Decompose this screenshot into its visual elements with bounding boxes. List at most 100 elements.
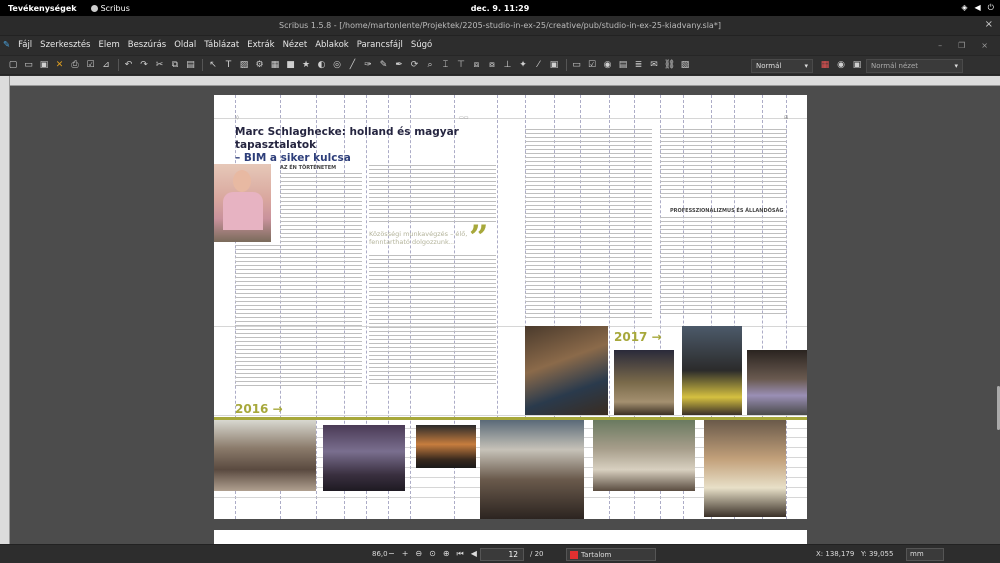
- pdf-link-annot-icon[interactable]: ⛓: [663, 60, 677, 70]
- year-label-2016[interactable]: 2016 →: [235, 402, 283, 416]
- document-canvas[interactable]: ⟩⟩ ▭▭ ⊞ Marc Schlaghecke: holland és mag…: [10, 86, 1000, 544]
- restore-doc-icon[interactable]: ❐: [954, 41, 969, 50]
- menu-edit[interactable]: Szerkesztés: [36, 40, 94, 50]
- body-text-frame[interactable]: [280, 173, 362, 243]
- measure-icon[interactable]: ⊥: [501, 60, 515, 70]
- bezier-icon[interactable]: ✑: [361, 60, 375, 70]
- zoom-plus-icon[interactable]: ⊕: [443, 549, 450, 559]
- close-doc-icon[interactable]: ×: [977, 41, 992, 50]
- print-icon[interactable]: ⎙: [68, 60, 82, 70]
- next-page-edge[interactable]: [214, 530, 807, 544]
- preview-mode-icon[interactable]: ◉: [834, 60, 848, 70]
- text-frame-icon[interactable]: T: [222, 60, 236, 70]
- pdf-checkbox-icon[interactable]: ☑: [585, 60, 599, 70]
- pdf-list-icon[interactable]: ≣: [632, 60, 646, 70]
- edit-text-icon[interactable]: ⊤: [454, 60, 468, 70]
- event-photo[interactable]: [593, 420, 695, 491]
- first-page-icon[interactable]: ⏮: [457, 549, 464, 559]
- close-window-button[interactable]: ×: [985, 19, 993, 30]
- volume-icon[interactable]: ◀: [975, 3, 981, 13]
- polygon-icon[interactable]: ★: [299, 60, 313, 70]
- new-document-icon[interactable]: ▢: [6, 60, 20, 70]
- body-text-frame[interactable]: [525, 129, 652, 319]
- menu-view[interactable]: Nézet: [279, 40, 312, 50]
- edit-mode-icon[interactable]: ▣: [850, 60, 864, 70]
- visual-view-combo[interactable]: Normál nézet ▾: [866, 59, 963, 73]
- horizontal-ruler[interactable]: [10, 76, 1000, 86]
- close-icon[interactable]: ✕: [53, 60, 67, 70]
- link-frames-icon[interactable]: ⧈: [470, 60, 484, 70]
- menu-insert[interactable]: Beszúrás: [124, 40, 170, 50]
- pdf-text-annot-icon[interactable]: ✉: [647, 60, 661, 70]
- event-photo[interactable]: [323, 425, 405, 491]
- preflight-icon[interactable]: ☑: [84, 60, 98, 70]
- zoom-in-icon[interactable]: +: [402, 549, 409, 559]
- eyedropper-icon[interactable]: ⁄: [532, 60, 546, 70]
- event-photo[interactable]: [747, 350, 807, 415]
- open-icon[interactable]: ▭: [22, 60, 36, 70]
- system-tray[interactable]: ◈ ◀ ⏻: [961, 3, 994, 13]
- rotate-icon[interactable]: ⟳: [408, 60, 422, 70]
- zoom-out-icon[interactable]: −: [388, 549, 395, 559]
- event-photo[interactable]: [682, 326, 742, 415]
- body-text-frame[interactable]: [660, 217, 787, 317]
- pdf-combo-icon[interactable]: ▤: [616, 60, 630, 70]
- zoom-actual-icon[interactable]: ⊙: [429, 549, 436, 559]
- year-label-2017[interactable]: 2017 →: [614, 330, 662, 344]
- menu-item[interactable]: Elem: [94, 40, 123, 50]
- edit-content-icon[interactable]: ⌶: [439, 60, 453, 70]
- color-view-icon[interactable]: ▦: [818, 60, 832, 70]
- event-photo[interactable]: [525, 326, 608, 415]
- redo-icon[interactable]: ↷: [137, 60, 151, 70]
- render-frame-icon[interactable]: ⚙: [253, 60, 267, 70]
- event-photo[interactable]: [704, 420, 786, 517]
- zoom-value[interactable]: 86,0: [372, 550, 388, 558]
- event-photo[interactable]: [614, 350, 674, 415]
- portrait-photo[interactable]: [214, 164, 271, 242]
- body-text-frame[interactable]: [660, 129, 787, 201]
- pdf-more-icon[interactable]: ▧: [678, 60, 692, 70]
- table-icon[interactable]: ▦: [268, 60, 282, 70]
- pdf-text-field-icon[interactable]: ▭: [570, 60, 584, 70]
- image-frame-icon[interactable]: ▨: [237, 60, 251, 70]
- menu-windows[interactable]: Ablakok: [311, 40, 353, 50]
- menu-file[interactable]: Fájl: [14, 40, 36, 50]
- save-icon[interactable]: ▣: [37, 60, 51, 70]
- copy-properties-icon[interactable]: ✦: [516, 60, 530, 70]
- layer-selector[interactable]: Tartalom: [566, 548, 656, 561]
- network-icon[interactable]: ◈: [961, 3, 967, 13]
- cut-icon[interactable]: ✂: [153, 60, 167, 70]
- paste-icon[interactable]: ▤: [184, 60, 198, 70]
- copy-icon[interactable]: ⧉: [168, 60, 182, 70]
- menu-help[interactable]: Súgó: [407, 40, 436, 50]
- body-text-frame[interactable]: [369, 165, 496, 223]
- select-tool-icon[interactable]: ↖: [206, 60, 220, 70]
- calligraphic-icon[interactable]: ✒: [392, 60, 406, 70]
- unlink-frames-icon[interactable]: ⧇: [485, 60, 499, 70]
- document-page[interactable]: ⟩⟩ ▭▭ ⊞ Marc Schlaghecke: holland és mag…: [214, 95, 807, 519]
- body-text-frame[interactable]: [369, 255, 496, 387]
- undo-icon[interactable]: ↶: [122, 60, 136, 70]
- zoom-icon[interactable]: ⌕: [423, 60, 437, 70]
- shape-icon[interactable]: ■: [284, 60, 298, 70]
- menu-table[interactable]: Táblázat: [200, 40, 243, 50]
- clock[interactable]: dec. 9. 11:29: [0, 4, 1000, 13]
- pdf-radio-icon[interactable]: ◉: [601, 60, 615, 70]
- menu-extras[interactable]: Extrák: [243, 40, 278, 50]
- body-text-frame[interactable]: [235, 245, 362, 387]
- zoom-minus-icon[interactable]: ⊖: [415, 549, 422, 559]
- previous-page-icon[interactable]: ◀: [471, 549, 477, 559]
- unit-selector[interactable]: mm: [906, 548, 944, 561]
- menu-script[interactable]: Parancsfájl: [353, 40, 407, 50]
- event-photo[interactable]: [416, 425, 476, 468]
- article-headline[interactable]: Marc Schlaghecke: holland és magyar tapa…: [235, 126, 505, 165]
- spiral-icon[interactable]: ◎: [330, 60, 344, 70]
- arc-icon[interactable]: ◐: [315, 60, 329, 70]
- pdf-export-icon[interactable]: ⊿: [99, 60, 113, 70]
- minimize-doc-icon[interactable]: –: [934, 41, 946, 50]
- pdf-button-icon[interactable]: ▣: [547, 60, 561, 70]
- current-page-field[interactable]: 12: [480, 548, 524, 561]
- event-photo[interactable]: [214, 420, 316, 491]
- menu-page[interactable]: Oldal: [170, 40, 200, 50]
- freehand-icon[interactable]: ✎: [377, 60, 391, 70]
